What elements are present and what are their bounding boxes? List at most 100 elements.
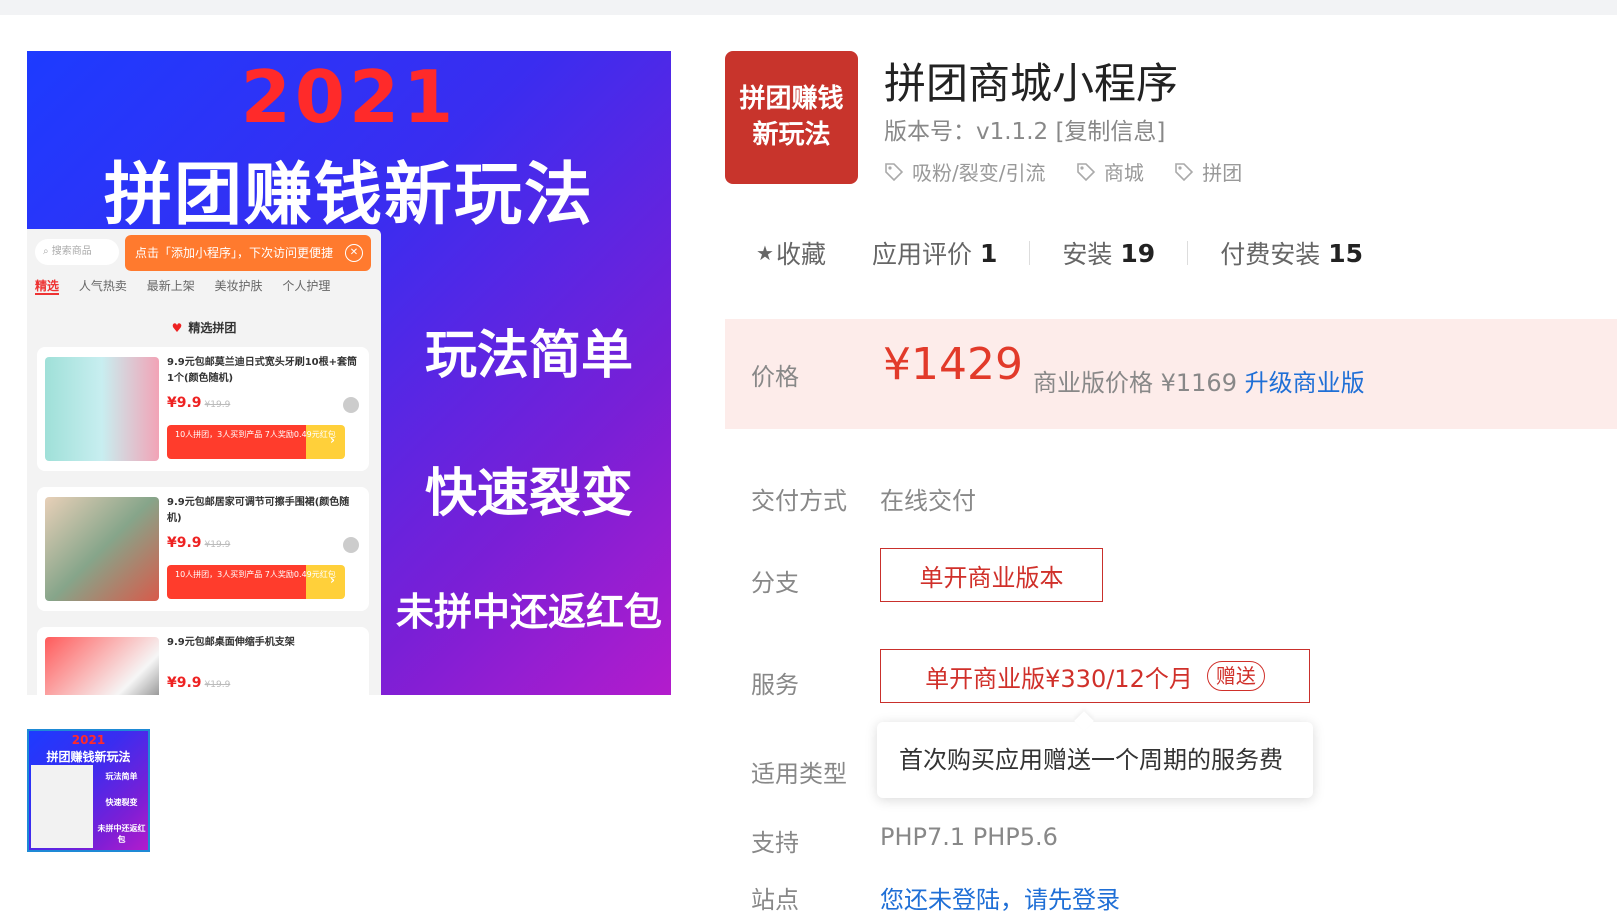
- branch-option-label: 单开商业版本: [919, 563, 1064, 592]
- price-box: 价格 ¥1429 商业版价格 ¥1169 升级商业版: [725, 319, 1617, 429]
- gallery-thumbnail[interactable]: 2021 拼团赚钱新玩法 玩法简单 快速裂变 未拼中还返红包: [27, 729, 150, 852]
- tag-label: 商城: [1103, 161, 1144, 185]
- price-old: ¥19.9: [204, 400, 231, 410]
- phone-screenshot: ⌕ 搜索商品 点击「添加小程序」，下次访问更便捷 ✕ 精选 人气热卖 最新上架 …: [27, 229, 381, 695]
- business-price-text: 商业版价格 ¥1169: [1033, 369, 1237, 397]
- favorite-label: 收藏: [775, 240, 826, 269]
- phone-product-card: 9.9元包邮居家可调节可擦手围裙(颜色随机) ¥9.9 ¥19.9 10人拼团，3…: [37, 487, 369, 611]
- gift-badge: 赠送: [1206, 661, 1265, 691]
- price-value: ¥1429: [883, 339, 1023, 390]
- price-now: ¥9.9: [167, 675, 202, 691]
- support-value: PHP7.1 PHP5.6: [880, 823, 1058, 851]
- promo-headline: 拼团赚钱新玩法: [103, 156, 594, 235]
- tag-item[interactable]: 拼团: [1174, 157, 1242, 186]
- upgrade-business-link[interactable]: 升级商业版: [1245, 369, 1365, 397]
- service-option-label: 单开商业版¥330/12个月: [925, 664, 1193, 693]
- phone-search-bar: ⌕ 搜索商品: [35, 239, 119, 265]
- phone-search-placeholder: 搜索商品: [51, 246, 92, 257]
- promo-side-text: 玩法简单: [424, 326, 633, 386]
- price-label: 价格: [751, 363, 799, 391]
- group-buy-bar: 10人拼团，3人买到产品 7人奖励0.49元红包 ›: [167, 565, 345, 599]
- reviews-count: 1: [979, 238, 998, 268]
- reviews-label: 应用评价: [871, 240, 972, 269]
- phone-tab: 美妆护肤: [214, 279, 263, 293]
- app-tags: 吸粉/裂变/引流 商城 拼团: [884, 157, 1266, 187]
- tag-item[interactable]: 商城: [1076, 157, 1144, 186]
- paid-installs-label: 付费安装: [1220, 240, 1321, 269]
- tag-item[interactable]: 吸粉/裂变/引流: [884, 157, 1045, 186]
- phone-section-label: 精选拼团: [188, 321, 237, 335]
- divider: [1187, 241, 1189, 265]
- login-link[interactable]: 您还未登陆，请先登录: [880, 880, 1120, 915]
- tag-label: 吸粉/裂变/引流: [912, 161, 1046, 185]
- branch-label: 分支: [751, 569, 799, 597]
- phone-tab: 精选: [35, 279, 60, 295]
- app-icon-text: 拼团赚钱: [739, 84, 844, 114]
- version-line: 版本号：v1.1.2 [复制信息]: [884, 112, 1165, 146]
- phone-toast-text: 点击「添加小程序」，下次访问更便捷: [135, 246, 334, 260]
- product-price: ¥9.9 ¥19.9: [167, 675, 230, 691]
- thumb-phone: [31, 765, 93, 848]
- chevron-right-icon: ›: [330, 573, 335, 587]
- copy-info-link[interactable]: [复制信息]: [1055, 119, 1165, 145]
- thumb-side-text: 快速裂变: [105, 798, 138, 807]
- product-thumbnail: [45, 497, 159, 601]
- price-old: ¥19.9: [204, 680, 231, 690]
- thumb-year: 2021: [71, 733, 106, 747]
- product-thumbnail: [45, 637, 159, 695]
- installs-label: 安装: [1062, 240, 1113, 269]
- product-price: ¥9.9 ¥19.9: [167, 535, 230, 551]
- type-label: 适用类型: [751, 760, 847, 788]
- business-price: 商业版价格 ¥1169 升级商业版: [1033, 363, 1365, 398]
- phone-tab: 人气热卖: [78, 279, 127, 293]
- support-label: 支持: [751, 829, 799, 857]
- price-old: ¥19.9: [204, 540, 231, 550]
- tag-icon: [1077, 162, 1095, 181]
- paid-installs-count: 15: [1328, 238, 1363, 268]
- delivery-label: 交付方式: [751, 487, 847, 515]
- gift-tooltip: 首次购买应用赠送一个周期的服务费: [877, 722, 1313, 798]
- more-icon: [343, 397, 359, 413]
- app-icon-text: 新玩法: [752, 120, 831, 150]
- service-option-button[interactable]: 单开商业版¥330/12个月 赠送: [880, 649, 1310, 703]
- promo-side-text: 未拼中还返红包: [395, 590, 662, 634]
- installs-count: 19: [1120, 238, 1156, 268]
- branch-option-button[interactable]: 单开商业版本: [880, 548, 1103, 602]
- paid-installs-stat: 付费安装 15: [1220, 235, 1363, 271]
- app-icon: 拼团赚钱 新玩法: [725, 51, 858, 184]
- phone-tab: 个人护理: [282, 279, 331, 293]
- main-product-image[interactable]: 2021 拼团赚钱新玩法 ⌕ 搜索商品 点击「添加小程序」，下次访问更便捷 ✕ …: [27, 51, 671, 695]
- promo-side-text: 快速裂变: [424, 464, 633, 524]
- heart-icon: ♥: [171, 321, 183, 335]
- phone-toast: 点击「添加小程序」，下次访问更便捷 ✕: [125, 235, 371, 271]
- stats-bar: ★ 收藏 应用评价 1 安装 19 付费安装 15: [756, 236, 1363, 270]
- tag-icon: [885, 162, 904, 181]
- phone-product-card: 9.9元包邮莫兰迪日式宽头牙刷10根+套筒1个(颜色随机) ¥9.9 ¥19.9 …: [37, 347, 369, 471]
- installs-stat: 安装 19: [1062, 235, 1155, 271]
- promo-year: 2021: [240, 55, 458, 139]
- tag-icon: [1175, 162, 1194, 181]
- product-price: ¥9.9 ¥19.9: [167, 395, 230, 411]
- reviews-stat[interactable]: 应用评价 1: [872, 235, 997, 271]
- close-icon: ✕: [345, 244, 363, 262]
- top-bar: [0, 0, 1617, 15]
- price-now: ¥9.9: [167, 395, 202, 411]
- product-title: 9.9元包邮莫兰迪日式宽头牙刷10根+套筒1个(颜色随机): [167, 357, 358, 384]
- star-icon: ★: [756, 241, 774, 265]
- group-buy-bar: 10人拼团，3人买到产品 7人奖励0.49元红包 ›: [167, 425, 345, 459]
- favorite-button[interactable]: ★ 收藏: [756, 235, 826, 271]
- search-icon: ⌕: [43, 246, 52, 257]
- price-now: ¥9.9: [167, 535, 202, 551]
- thumb-headline: 拼团赚钱新玩法: [46, 750, 131, 764]
- service-label: 服务: [751, 671, 799, 699]
- product-title: 9.9元包邮居家可调节可擦手围裙(颜色随机): [167, 497, 350, 524]
- chevron-right-icon: ›: [330, 433, 335, 447]
- phone-section-title: ♥ 精选拼团: [27, 319, 381, 336]
- product-thumbnail: [45, 357, 159, 461]
- thumb-side-text: 玩法简单: [105, 772, 138, 781]
- group-buy-text: 10人拼团，3人买到产品 7人奖励0.49元红包: [175, 430, 336, 439]
- group-buy-text: 10人拼团，3人买到产品 7人奖励0.49元红包: [175, 570, 336, 579]
- phone-tab: 最新上架: [146, 279, 195, 293]
- site-label: 站点: [751, 886, 799, 914]
- tag-label: 拼团: [1202, 161, 1243, 185]
